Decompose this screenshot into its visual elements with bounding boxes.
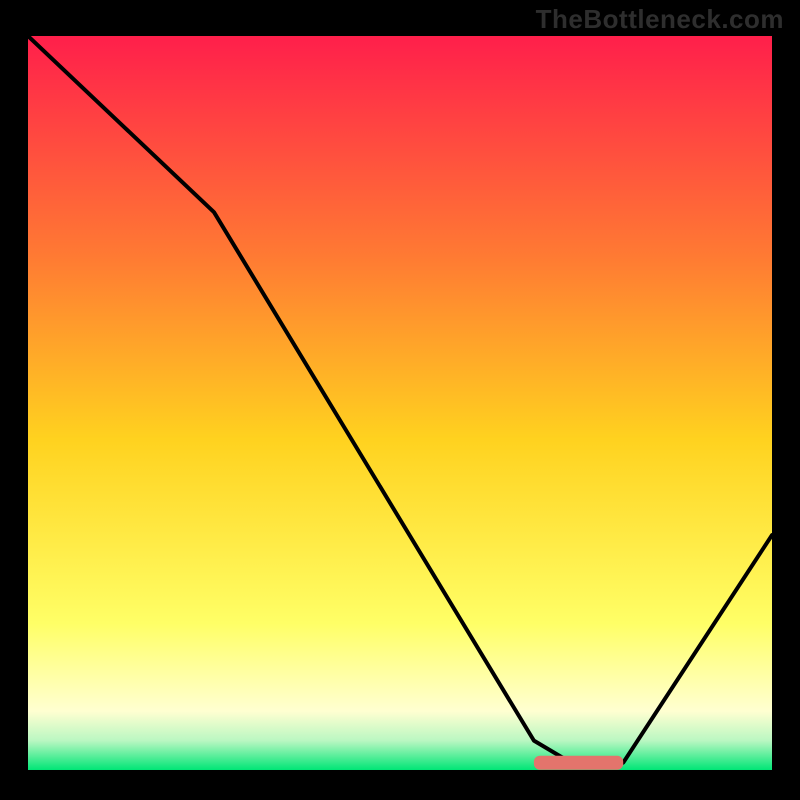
watermark-text: TheBottleneck.com — [536, 4, 784, 35]
chart-svg — [28, 36, 772, 770]
chart-container: TheBottleneck.com — [0, 0, 800, 800]
plot-area — [28, 36, 772, 770]
gradient-background — [28, 36, 772, 770]
optimal-region-marker — [534, 756, 623, 770]
